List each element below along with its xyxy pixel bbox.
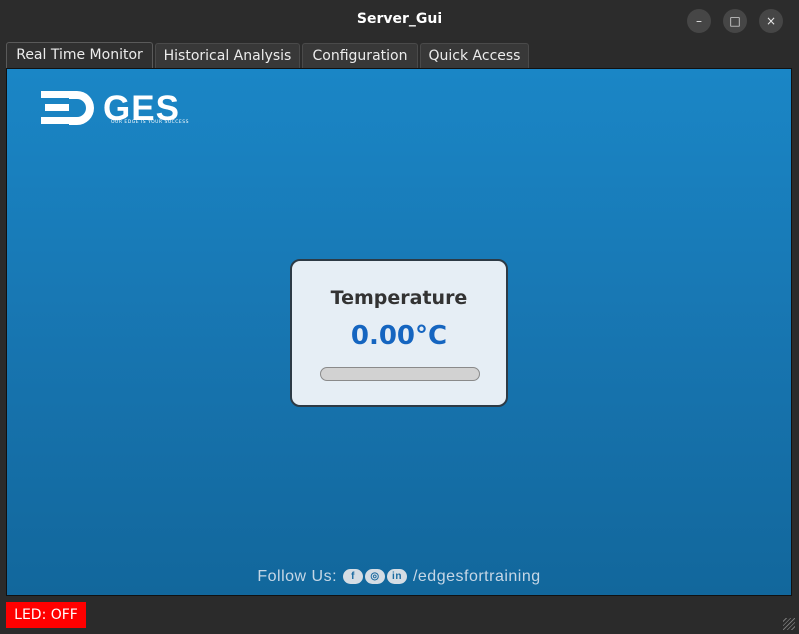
follow-label: Follow Us: <box>257 568 338 585</box>
edges-logo-mark-icon <box>41 91 94 125</box>
edges-logo: GES OUR EDGE IS YOUR SUCCESS <box>41 89 211 131</box>
tab-bar: Real Time Monitor Historical Analysis Co… <box>0 40 799 69</box>
social-handle: /edgesfortraining <box>412 568 541 585</box>
resize-grip[interactable] <box>783 618 795 630</box>
window-title: Server_Gui <box>356 11 443 27</box>
status-bar: LED: OFF <box>0 596 799 634</box>
close-button[interactable]: × <box>759 9 783 33</box>
instagram-icon[interactable]: ◎ <box>365 569 385 585</box>
temperature-card: Temperature 0.00°C <box>290 259 508 407</box>
temperature-label: Temperature <box>330 287 468 309</box>
linkedin-icon[interactable]: in <box>387 569 407 585</box>
temperature-value: 0.00°C <box>350 321 448 351</box>
maximize-button[interactable]: □ <box>723 9 747 33</box>
tab-configuration[interactable]: Configuration <box>302 43 418 68</box>
monitor-panel: GES OUR EDGE IS YOUR SUCCESS Temperature… <box>6 68 792 596</box>
minimize-button[interactable]: – <box>687 9 711 33</box>
tab-real-time-monitor[interactable]: Real Time Monitor <box>6 42 153 69</box>
temperature-progress-bar <box>320 367 480 381</box>
facebook-icon[interactable]: f <box>343 569 363 585</box>
led-status-indicator: LED: OFF <box>6 602 86 628</box>
title-bar: Server_Gui – □ × <box>0 0 799 40</box>
logo-tagline: OUR EDGE IS YOUR SUCCESS <box>111 120 189 125</box>
tab-quick-access[interactable]: Quick Access <box>420 43 529 68</box>
tab-historical-analysis[interactable]: Historical Analysis <box>155 43 300 68</box>
social-footer: Follow Us: f ◎ in /edgesfortraining <box>7 568 791 586</box>
